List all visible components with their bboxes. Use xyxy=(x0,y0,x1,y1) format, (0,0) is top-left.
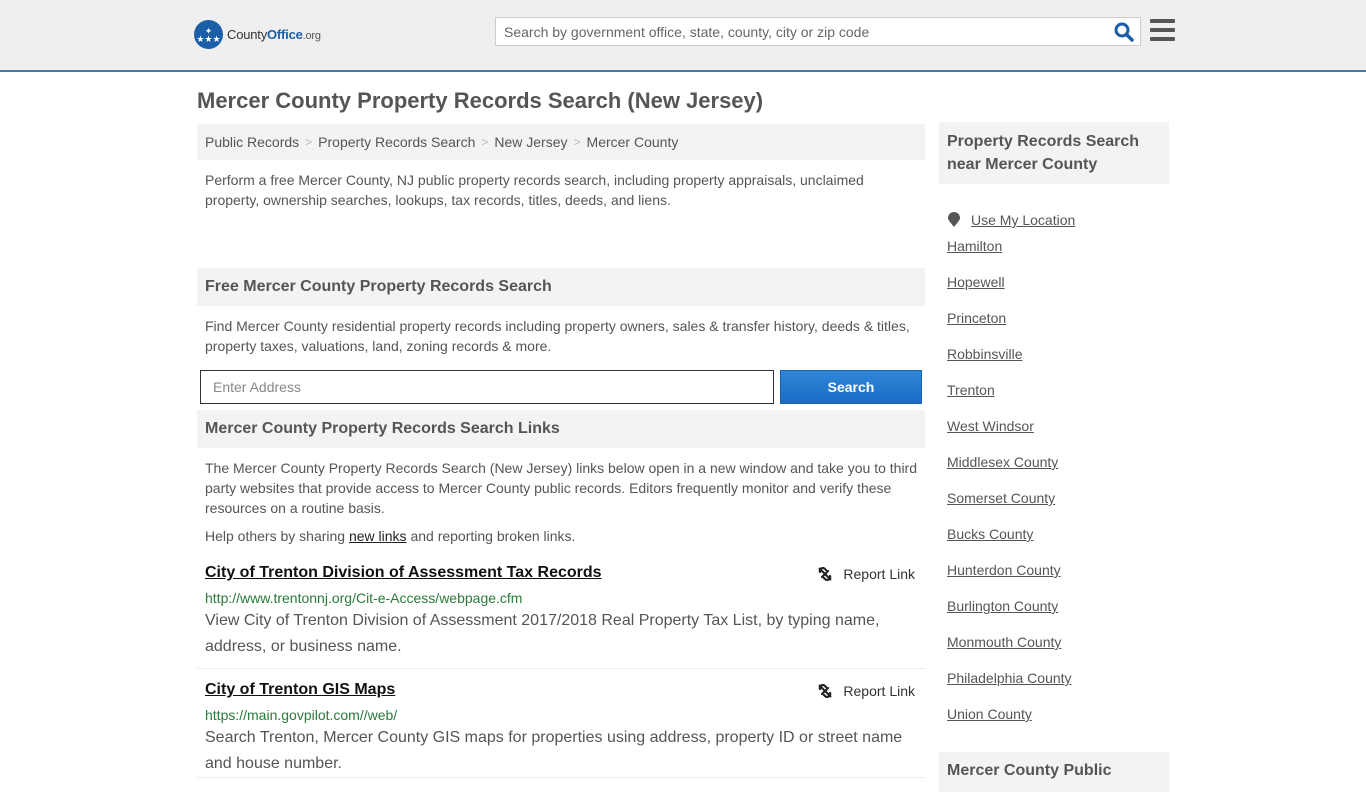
links-description: The Mercer County Property Records Searc… xyxy=(205,460,917,516)
record-title-link[interactable]: City of Trenton Division of Assessment T… xyxy=(205,564,602,582)
address-input[interactable] xyxy=(200,370,774,404)
sidebar-item-robbinsville: Robbinsville xyxy=(947,346,1169,382)
logo-tld: .org xyxy=(302,30,321,42)
logo-name: County xyxy=(227,27,267,42)
sidebar-link[interactable]: Hunterdon County xyxy=(947,562,1061,578)
sidebar-link[interactable]: Princeton xyxy=(947,310,1006,326)
report-link-button[interactable]: Report Link xyxy=(817,683,915,699)
address-search-form: Search xyxy=(197,370,925,404)
address-search-button[interactable]: Search xyxy=(780,370,922,404)
record-item: City of Trenton GIS Maps Report Link htt… xyxy=(197,681,925,778)
sidebar-item-hunterdon-county: Hunterdon County xyxy=(947,562,1169,598)
main-content: Public Records > Property Records Search… xyxy=(197,124,925,427)
share-prefix: Help others by sharing xyxy=(205,528,349,544)
report-link-label: Report Link xyxy=(843,683,915,699)
sidebar-item-hamilton: Hamilton xyxy=(947,238,1169,274)
record-url[interactable]: http://www.trentonnj.org/Cit-e-Access/we… xyxy=(205,590,917,606)
use-my-location-link[interactable]: Use My Location xyxy=(971,212,1075,228)
breadcrumb-new-jersey[interactable]: New Jersey xyxy=(494,134,567,150)
sidebar-item-philadelphia-county: Philadelphia County xyxy=(947,670,1169,706)
sidebar-link[interactable]: Robbinsville xyxy=(947,346,1022,362)
breadcrumb-separator: > xyxy=(573,135,581,149)
sidebar-link[interactable]: Trenton xyxy=(947,382,995,398)
eagle-logo-icon: ✦ ★★★ xyxy=(194,20,223,49)
sidebar-link[interactable]: Monmouth County xyxy=(947,634,1061,650)
sidebar-item-union-county: Union County xyxy=(947,706,1169,742)
sidebar-item-burlington-county: Burlington County xyxy=(947,598,1169,634)
sidebar-link[interactable]: Somerset County xyxy=(947,490,1055,506)
page-title: Mercer County Property Records Search (N… xyxy=(197,88,764,113)
sidebar: Property Records Search near Mercer Coun… xyxy=(939,122,1169,792)
breadcrumb-property-records-search[interactable]: Property Records Search xyxy=(318,134,475,150)
record-url[interactable]: https://main.govpilot.com//web/ xyxy=(205,707,917,723)
sidebar-link[interactable]: Hamilton xyxy=(947,238,1002,254)
sidebar-item-princeton: Princeton xyxy=(947,310,1169,346)
intro-text: Perform a free Mercer County, NJ public … xyxy=(205,172,864,208)
sidebar-item-monmouth-county: Monmouth County xyxy=(947,634,1169,670)
breadcrumb-public-records[interactable]: Public Records xyxy=(205,134,299,150)
nearby-list: Use My Location Hamilton Hopewell Prince… xyxy=(939,202,1169,742)
sidebar-item-middlesex-county: Middlesex County xyxy=(947,454,1169,490)
sidebar-link[interactable]: Middlesex County xyxy=(947,454,1058,470)
map-pin-icon xyxy=(948,212,960,227)
sidebar-item-bucks-county: Bucks County xyxy=(947,526,1169,562)
use-location-item: Use My Location xyxy=(947,202,1169,238)
sidebar-link[interactable]: Hopewell xyxy=(947,274,1005,290)
sidebar-item-hopewell: Hopewell xyxy=(947,274,1169,310)
site-search xyxy=(495,17,1141,46)
free-search-description: Find Mercer County residential property … xyxy=(205,318,910,354)
share-text: Help others by sharing new links and rep… xyxy=(197,518,925,544)
sidebar-item-somerset-county: Somerset County xyxy=(947,490,1169,526)
logo-text: CountyOffice.org xyxy=(227,27,321,42)
logo[interactable]: ✦ ★★★ CountyOffice.org xyxy=(194,20,321,49)
record-description: View City of Trenton Division of Assessm… xyxy=(205,612,880,655)
site-header: ✦ ★★★ CountyOffice.org xyxy=(0,0,1366,72)
sidebar-heading-2: Mercer County Public xyxy=(939,752,1169,792)
share-suffix: and reporting broken links. xyxy=(406,528,576,544)
sidebar-link[interactable]: Union County xyxy=(947,706,1032,722)
free-search-heading: Free Mercer County Property Records Sear… xyxy=(197,268,925,306)
sidebar-link[interactable]: West Windsor xyxy=(947,418,1034,434)
breadcrumb-separator: > xyxy=(305,135,313,149)
record-description: Search Trenton, Mercer County GIS maps f… xyxy=(205,729,903,772)
sidebar-item-west-windsor: West Windsor xyxy=(947,418,1169,454)
sidebar-link[interactable]: Philadelphia County xyxy=(947,670,1072,686)
sidebar-link[interactable]: Bucks County xyxy=(947,526,1033,542)
new-links-link[interactable]: new links xyxy=(349,528,407,544)
search-icon[interactable] xyxy=(1114,22,1134,42)
sidebar-item-trenton: Trenton xyxy=(947,382,1169,418)
sidebar-link[interactable]: Burlington County xyxy=(947,598,1058,614)
links-section: Mercer County Property Records Search Li… xyxy=(197,410,925,778)
site-search-input[interactable] xyxy=(496,18,1096,45)
broken-link-icon xyxy=(818,684,833,698)
breadcrumb-mercer-county: Mercer County xyxy=(586,134,679,150)
logo-accent: Office xyxy=(267,27,303,42)
breadcrumb-separator: > xyxy=(481,135,489,149)
breadcrumb: Public Records > Property Records Search… xyxy=(197,124,925,160)
report-link-button[interactable]: Report Link xyxy=(817,566,915,582)
links-heading: Mercer County Property Records Search Li… xyxy=(197,410,925,448)
record-title-link[interactable]: City of Trenton GIS Maps xyxy=(205,681,395,699)
hamburger-menu-icon[interactable] xyxy=(1150,19,1175,41)
broken-link-icon xyxy=(818,567,833,581)
record-item: City of Trenton Division of Assessment T… xyxy=(197,564,925,669)
report-link-label: Report Link xyxy=(843,566,915,582)
sidebar-heading: Property Records Search near Mercer Coun… xyxy=(939,122,1169,184)
